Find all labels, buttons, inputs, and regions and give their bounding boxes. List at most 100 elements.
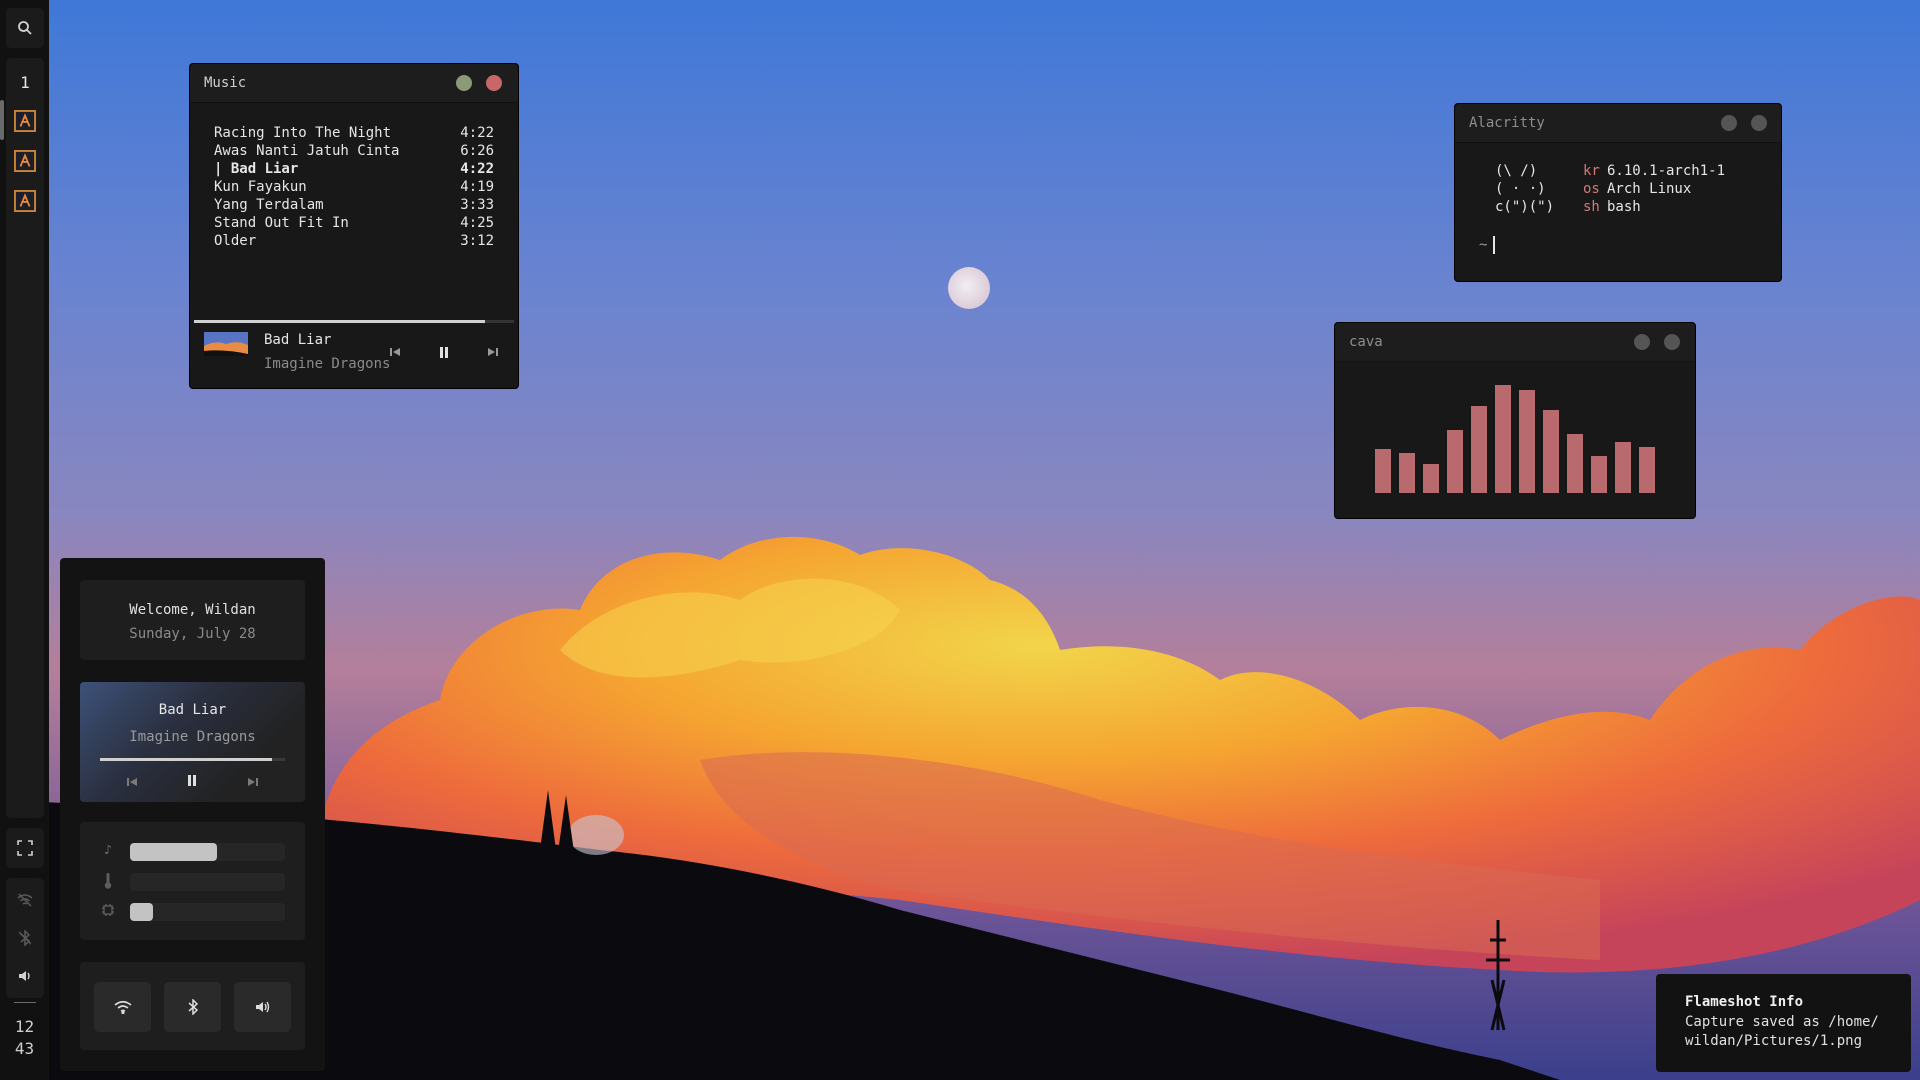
- close-button[interactable]: [1664, 334, 1680, 350]
- track-row[interactable]: Racing Into The Night 4:22: [214, 124, 494, 142]
- taskbar-app-3[interactable]: [6, 186, 44, 216]
- media-pause-button[interactable]: [187, 771, 197, 790]
- slider-fill: [130, 843, 217, 861]
- track-name: Yang Terdalam: [214, 197, 324, 213]
- taskbar-app-1[interactable]: [6, 106, 44, 136]
- next-track-button[interactable]: [484, 343, 502, 361]
- slider-fill: [130, 903, 154, 921]
- track-duration: 3:33: [460, 197, 494, 213]
- media-artist: Imagine Dragons: [129, 729, 256, 745]
- quick-toggles-card: [80, 962, 305, 1050]
- track-row[interactable]: Stand Out Fit In 4:25: [214, 214, 494, 232]
- fetch-key: os: [1583, 181, 1600, 197]
- cpu-usage-slider[interactable]: [100, 901, 290, 921]
- cpu-icon: [100, 903, 116, 919]
- music-titlebar[interactable]: Music: [190, 64, 518, 103]
- audio-visualizer: [1375, 385, 1655, 493]
- status-panel: [6, 878, 44, 998]
- volume-icon[interactable]: [6, 962, 44, 990]
- fetch-art: c(")("): [1495, 199, 1555, 215]
- visualizer-bar: [1375, 449, 1391, 493]
- notification-body: Capture saved as /home/ wildan/Pictures/…: [1685, 1014, 1879, 1049]
- fetch-value: Arch Linux: [1607, 181, 1692, 197]
- maximize-button[interactable]: [1721, 115, 1737, 131]
- volume-icon: [255, 1001, 269, 1013]
- visualizer-bar: [1495, 385, 1511, 493]
- text-cursor: [1493, 236, 1496, 254]
- taskbar-app-2[interactable]: [6, 146, 44, 176]
- pause-icon: [188, 775, 196, 786]
- maximize-button[interactable]: [456, 75, 472, 91]
- music-progress-bar[interactable]: [194, 320, 514, 323]
- fetch-key: sh: [1583, 199, 1600, 215]
- visualizer-bar: [1423, 464, 1439, 493]
- close-button[interactable]: [486, 75, 502, 91]
- dashboard-panel: Welcome, Wildan Sunday, July 28 Bad Liar…: [60, 558, 325, 1071]
- track-duration: 4:22: [460, 161, 494, 177]
- media-previous-button[interactable]: [127, 772, 137, 791]
- fetch-value: bash: [1607, 199, 1641, 215]
- previous-track-button[interactable]: [386, 343, 404, 361]
- clock-hour: 12: [14, 1017, 35, 1036]
- fullscreen-button[interactable]: [6, 828, 44, 868]
- thermometer-icon: [100, 873, 116, 889]
- search-icon: [6, 8, 44, 48]
- prompt-symbol: ~: [1479, 237, 1488, 253]
- notification-popup[interactable]: Flameshot Info Capture saved as /home/ w…: [1656, 974, 1911, 1072]
- visualizer-bar: [1447, 430, 1463, 493]
- music-progress-fill: [194, 320, 486, 323]
- visualizer-bar: [1399, 453, 1415, 493]
- slider-track[interactable]: [130, 903, 285, 921]
- pause-icon: [440, 346, 448, 358]
- track-row[interactable]: Older 3:12: [214, 232, 494, 250]
- fetch-value: 6.10.1-arch1-1: [1607, 163, 1726, 179]
- wifi-icon: [113, 1000, 132, 1014]
- music-window-title: Music: [204, 75, 247, 91]
- bluetooth-icon: [188, 999, 198, 1015]
- terminal-titlebar[interactable]: Alacritty: [1455, 104, 1781, 143]
- track-name: Kun Fayakun: [214, 179, 307, 195]
- cava-titlebar[interactable]: cava: [1335, 323, 1695, 362]
- shell-prompt[interactable]: ~: [1479, 236, 1496, 254]
- side-bar: 1 12 43: [0, 0, 49, 1080]
- workspace-indicator[interactable]: 1: [6, 70, 44, 94]
- alacritty-icon: [14, 110, 36, 132]
- track-name: Stand Out Fit In: [214, 215, 349, 231]
- cava-window-title: cava: [1349, 334, 1383, 350]
- track-name: | Bad Liar: [214, 161, 299, 177]
- track-duration: 4:25: [460, 215, 494, 231]
- track-duration: 3:12: [460, 233, 494, 249]
- now-playing-artist: Imagine Dragons: [264, 356, 391, 372]
- temperature-slider[interactable]: [100, 871, 290, 891]
- track-duration: 6:26: [460, 143, 494, 159]
- media-next-button[interactable]: [248, 772, 258, 791]
- fullscreen-icon: [6, 828, 44, 868]
- notification-title: Flameshot Info: [1685, 994, 1804, 1010]
- track-row[interactable]: Awas Nanti Jatuh Cinta 6:26: [214, 142, 494, 160]
- volume-toggle[interactable]: [234, 982, 291, 1032]
- close-button[interactable]: [1751, 115, 1767, 131]
- terminal-window: Alacritty (\ /) kr 6.10.1-arch1-1 ( · ·) os A…: [1454, 103, 1782, 282]
- bluetooth-toggle[interactable]: [164, 982, 221, 1032]
- wifi-toggle[interactable]: [94, 982, 151, 1032]
- media-progress-bar[interactable]: [100, 758, 285, 761]
- terminal-window-title: Alacritty: [1469, 115, 1545, 131]
- slider-track[interactable]: [130, 843, 285, 861]
- media-card: Bad Liar Imagine Dragons: [80, 682, 305, 802]
- music-volume-slider[interactable]: ♪: [100, 841, 290, 861]
- track-row[interactable]: Yang Terdalam 3:33: [214, 196, 494, 214]
- music-note-icon: ♪: [104, 843, 112, 858]
- alacritty-icon: [14, 150, 36, 172]
- pause-button[interactable]: [435, 343, 453, 361]
- slider-track[interactable]: [130, 873, 285, 891]
- track-row[interactable]: | Bad Liar 4:22: [214, 160, 494, 178]
- track-row[interactable]: Kun Fayakun 4:19: [214, 178, 494, 196]
- date-text: Sunday, July 28: [129, 626, 256, 642]
- search-button[interactable]: [6, 8, 44, 48]
- maximize-button[interactable]: [1634, 334, 1650, 350]
- bluetooth-off-icon[interactable]: [6, 924, 44, 952]
- wifi-off-icon[interactable]: [6, 886, 44, 914]
- workspace-panel: 1: [0, 58, 44, 818]
- track-duration: 4:22: [460, 125, 494, 141]
- media-progress-fill: [100, 758, 273, 761]
